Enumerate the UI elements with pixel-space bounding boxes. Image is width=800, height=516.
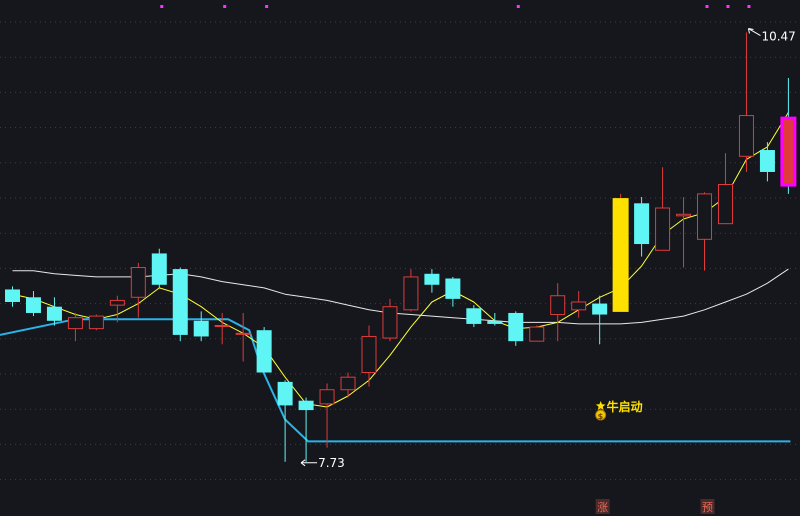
candle-body-up bbox=[382, 306, 398, 339]
candle-body-down bbox=[487, 320, 503, 324]
candle-body-down bbox=[508, 312, 524, 342]
candle bbox=[151, 248, 167, 288]
indicator-lines bbox=[0, 112, 791, 443]
top-marker-dot bbox=[726, 5, 730, 8]
candle bbox=[46, 297, 62, 326]
bottom-marker-text: 涨 bbox=[597, 501, 608, 514]
candles bbox=[5, 32, 797, 462]
candle-body-up bbox=[340, 376, 356, 391]
candle-body-down bbox=[46, 306, 62, 321]
candlestick-chart: 7.73 10.47 牛启动 $ 涨 预 bbox=[0, 0, 800, 516]
candle bbox=[5, 286, 20, 307]
candle-body-up bbox=[403, 276, 419, 311]
annotations: 7.73 10.47 牛启动$ 涨 预 bbox=[160, 5, 796, 514]
top-marker-dot bbox=[223, 5, 227, 8]
candle bbox=[424, 269, 440, 293]
top-marker-dot bbox=[747, 5, 751, 8]
bottom-marker-text: 预 bbox=[702, 501, 713, 514]
candle-body-down bbox=[193, 320, 209, 337]
candle-body-up bbox=[717, 184, 733, 225]
signal-label: 牛启动 bbox=[607, 399, 643, 414]
candle-body-down bbox=[466, 308, 482, 324]
ma-short-line bbox=[12, 112, 789, 408]
candle bbox=[256, 327, 272, 373]
candle-body-down bbox=[5, 289, 20, 302]
candle bbox=[655, 167, 671, 251]
candle bbox=[634, 197, 650, 257]
candle bbox=[298, 397, 314, 462]
candle bbox=[592, 295, 608, 345]
candle bbox=[382, 298, 398, 342]
candle bbox=[235, 312, 251, 362]
candle bbox=[697, 192, 713, 271]
candle bbox=[550, 283, 566, 342]
candle bbox=[130, 262, 146, 318]
candle-body-up bbox=[655, 207, 671, 251]
candle-body-down bbox=[445, 278, 461, 299]
candle bbox=[88, 314, 104, 331]
candle-body-down bbox=[256, 330, 272, 373]
candle-body-up bbox=[109, 299, 125, 306]
candle-body-up bbox=[676, 213, 692, 217]
candle-body-down bbox=[25, 297, 41, 313]
candle bbox=[487, 312, 503, 326]
candle-body-up bbox=[571, 301, 587, 311]
candle bbox=[529, 325, 545, 342]
top-marker-dot bbox=[516, 5, 520, 8]
candle-body-down bbox=[592, 303, 608, 315]
candle bbox=[361, 325, 377, 387]
candle-body-down bbox=[424, 273, 440, 285]
candle bbox=[759, 142, 775, 182]
candle-body-down bbox=[298, 400, 314, 411]
candle-body-up bbox=[361, 335, 377, 374]
candle bbox=[403, 269, 419, 312]
candle bbox=[67, 312, 83, 342]
candle bbox=[466, 305, 482, 328]
candle-body-up bbox=[697, 193, 713, 240]
coin-icon-glyph: $ bbox=[598, 412, 604, 421]
candle bbox=[172, 267, 188, 342]
candle bbox=[612, 193, 629, 312]
candle-body-up bbox=[130, 267, 146, 298]
candle bbox=[214, 312, 230, 345]
candle-body-down bbox=[151, 253, 167, 285]
candle-body-down bbox=[759, 150, 775, 172]
candle bbox=[676, 197, 692, 268]
top-marker-dot bbox=[265, 5, 269, 8]
ma-long-line bbox=[12, 268, 789, 325]
candle-body-down bbox=[172, 269, 188, 335]
candle-body-inner bbox=[783, 120, 793, 184]
candle-body-down bbox=[277, 381, 293, 406]
candle-body-up bbox=[738, 115, 754, 157]
high-price-label: 10.47 bbox=[761, 30, 795, 44]
high-arrow bbox=[747, 28, 761, 36]
candle bbox=[571, 291, 587, 318]
candle bbox=[277, 380, 293, 462]
candle bbox=[738, 32, 754, 172]
candle-body-up bbox=[67, 317, 83, 330]
candle-body-up bbox=[550, 295, 566, 316]
grid-lines bbox=[0, 21, 800, 481]
candle bbox=[717, 153, 733, 225]
chart-canvas: 7.73 10.47 牛启动$ 涨 预 bbox=[0, 5, 800, 514]
top-marker-dot bbox=[705, 5, 709, 8]
candle-body-up bbox=[214, 325, 230, 327]
candle bbox=[25, 291, 41, 317]
candle-body-up bbox=[88, 315, 104, 330]
candle bbox=[780, 77, 797, 194]
top-marker-dot bbox=[160, 5, 164, 8]
candle bbox=[445, 276, 461, 307]
candle bbox=[340, 372, 356, 398]
candle-body-highlight bbox=[612, 198, 629, 312]
candle-body-up bbox=[529, 326, 545, 342]
candle-body-down bbox=[634, 203, 650, 245]
star-icon bbox=[595, 401, 606, 410]
candle-body-up bbox=[235, 332, 251, 335]
low-price-label: 7.73 bbox=[318, 456, 345, 470]
candle bbox=[319, 383, 335, 448]
candle-body-up bbox=[319, 389, 335, 405]
candle bbox=[193, 311, 209, 342]
candle bbox=[508, 311, 524, 346]
